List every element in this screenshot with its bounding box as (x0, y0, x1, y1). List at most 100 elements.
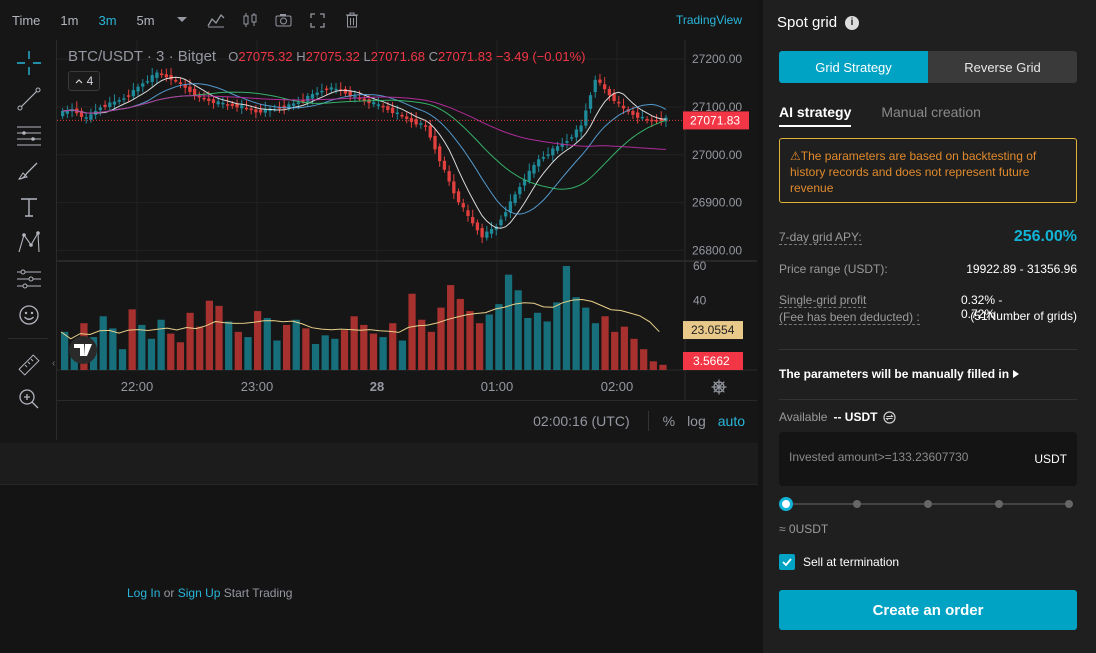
candle-body (603, 84, 607, 90)
interval-5m[interactable]: 5m (127, 13, 165, 28)
tools-divider (8, 338, 48, 339)
crosshair-icon[interactable] (14, 48, 44, 78)
emoji-icon[interactable] (14, 300, 44, 330)
candle-body (103, 104, 107, 107)
candlestick-chart[interactable]: 27200.0027100.0027000.0026900.0026800.00… (57, 40, 757, 400)
candle-body (155, 72, 159, 78)
create-order-button[interactable]: Create an order (779, 590, 1077, 630)
price-tick-label: 27000.00 (692, 148, 742, 162)
percent-scale-toggle[interactable]: % (663, 413, 675, 429)
candle-body (216, 101, 220, 105)
interval-dropdown-icon[interactable] (165, 0, 199, 40)
candle-body (428, 125, 432, 138)
fullscreen-icon[interactable] (301, 0, 335, 40)
volume-bar (620, 326, 628, 370)
volume-bar (514, 290, 522, 370)
sell-at-termination-checkbox[interactable] (779, 554, 795, 570)
ohlc-close: 27071.83 (437, 49, 493, 64)
ohlc-open-label: O (228, 49, 239, 64)
candle-body (112, 101, 117, 105)
volume-bar (475, 323, 484, 370)
candle-body (376, 104, 381, 106)
candle-body (131, 90, 135, 97)
candle-body (211, 99, 216, 104)
volume-bar (196, 326, 204, 370)
panel-title: Spot grid i (777, 14, 860, 31)
indicators-icon[interactable] (199, 0, 233, 40)
forecast-icon[interactable] (14, 264, 44, 294)
chevron-up-icon (75, 79, 83, 84)
amount-slider[interactable] (779, 497, 1077, 511)
manual-fill-link[interactable]: The parameters will be manually filled i… (779, 367, 1020, 381)
price-tick-label: 26900.00 (692, 196, 742, 210)
volume-bar (543, 321, 551, 370)
available-value: -- USDT (833, 410, 878, 424)
candle-body (640, 116, 645, 119)
invest-amount-field[interactable]: USDT (779, 432, 1077, 486)
candle-body (508, 201, 513, 213)
volume-bar (524, 318, 532, 370)
candle-body (471, 216, 475, 224)
divider (779, 349, 1077, 350)
volume-bar (572, 297, 580, 370)
volume-bar (186, 312, 194, 370)
zoom-in-icon[interactable] (14, 384, 44, 414)
login-link[interactable]: Log In (127, 586, 160, 600)
volume-bar (360, 324, 368, 370)
candle-body (537, 159, 541, 167)
candle-body (324, 88, 329, 91)
candle-body (574, 129, 579, 138)
volume-bar (311, 344, 320, 370)
volume-bar (263, 318, 271, 370)
horizontal-lines-icon[interactable] (14, 120, 44, 150)
reverse-grid-tab[interactable]: Reverse Grid (928, 51, 1077, 83)
grid-strategy-tab[interactable]: Grid Strategy (779, 51, 928, 83)
slider-thumb[interactable] (779, 497, 793, 511)
ohlc-change: −3.49 (−0.01%) (495, 49, 586, 64)
interval-3m[interactable]: 3m (88, 13, 126, 28)
slider-mark-50[interactable] (924, 500, 932, 508)
invest-amount-input[interactable] (789, 450, 1019, 464)
candle-body (254, 109, 258, 113)
pattern-icon[interactable] (14, 228, 44, 258)
time-tick-label: 01:00 (481, 379, 514, 394)
camera-icon[interactable] (267, 0, 301, 40)
indicator-toggle[interactable]: 4 (68, 71, 100, 91)
candle-body (423, 125, 428, 127)
volume-bar (340, 330, 349, 370)
chart-area[interactable]: 27200.00 27100.00 27000.00 26900.00 26800.00… (57, 40, 757, 400)
brush-icon[interactable] (14, 156, 44, 186)
candle-body (315, 92, 319, 95)
available-label: Available (779, 410, 828, 424)
slider-mark-75[interactable] (995, 500, 1003, 508)
trash-icon[interactable] (335, 0, 369, 40)
candle-body (390, 107, 395, 114)
ruler-icon[interactable] (14, 350, 44, 380)
interval-1m[interactable]: 1m (50, 13, 88, 28)
candle-body (617, 101, 621, 104)
signup-link[interactable]: Sign Up (178, 586, 221, 600)
candle-style-icon[interactable] (233, 0, 267, 40)
candle-body (405, 116, 409, 119)
candle-body (126, 95, 131, 97)
auto-scale-toggle[interactable]: auto (718, 413, 745, 429)
volume-bar (485, 314, 493, 370)
candle-body (485, 231, 489, 238)
log-scale-toggle[interactable]: log (687, 413, 706, 429)
tradingview-link[interactable]: TradingView (676, 13, 742, 27)
candle-body (631, 110, 635, 115)
trend-line-icon[interactable] (14, 84, 44, 114)
chart-legend: BTC/USDT · 3 · Bitget O27075.32 H27075.3… (68, 48, 585, 65)
info-icon[interactable]: i (845, 15, 860, 30)
candle-body (419, 123, 423, 125)
sell-at-termination-label: Sell at termination (803, 555, 900, 569)
tab-ai-strategy[interactable]: AI strategy (779, 104, 852, 127)
slider-mark-100[interactable] (1065, 500, 1073, 508)
tab-manual-creation[interactable]: Manual creation (881, 104, 981, 127)
candle-body (546, 154, 550, 156)
text-tool-icon[interactable] (14, 192, 44, 222)
transfer-icon[interactable] (883, 410, 897, 424)
slider-mark-25[interactable] (853, 500, 861, 508)
ohlc-low: 27071.68 (370, 49, 425, 64)
volume-bar (205, 300, 213, 370)
